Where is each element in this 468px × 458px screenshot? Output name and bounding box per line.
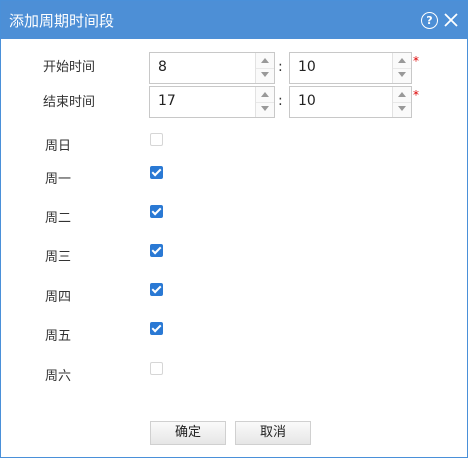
- ok-button[interactable]: 确定: [150, 421, 226, 445]
- start-time-separator: :: [278, 59, 283, 75]
- checkbox-sunday[interactable]: [150, 133, 163, 146]
- cancel-button[interactable]: 取消: [235, 421, 311, 445]
- day-label-thursday: 周四: [45, 290, 72, 305]
- arrow-up-icon: [398, 92, 406, 97]
- close-icon[interactable]: [442, 11, 460, 29]
- end-hour-stepper[interactable]: 17: [149, 86, 275, 118]
- day-label-wednesday: 周三: [45, 250, 72, 265]
- arrow-down-icon: [398, 106, 406, 111]
- start-minute-up-button[interactable]: [393, 53, 411, 69]
- start-hour-up-button[interactable]: [256, 53, 274, 69]
- end-hour-spin-buttons: [255, 87, 274, 117]
- dialog-titlebar: 添加周期时间段 ?: [1, 1, 467, 39]
- dialog-title: 添加周期时间段: [9, 12, 115, 30]
- start-minute-spin-buttons: [392, 53, 411, 83]
- start-minute-value: 10: [298, 59, 316, 75]
- day-label-friday: 周五: [45, 329, 72, 344]
- end-time-separator: :: [278, 93, 283, 109]
- arrow-up-icon: [261, 58, 269, 63]
- checkbox-wednesday[interactable]: [150, 244, 163, 257]
- end-hour-value: 17: [158, 93, 176, 109]
- end-minute-up-button[interactable]: [393, 87, 411, 103]
- end-minute-value: 10: [298, 93, 316, 109]
- help-icon[interactable]: ?: [421, 12, 438, 29]
- start-minute-stepper[interactable]: 10: [289, 52, 412, 84]
- end-time-label: 结束时间: [43, 95, 96, 110]
- day-label-monday: 周一: [45, 172, 72, 187]
- arrow-up-icon: [398, 58, 406, 63]
- end-hour-down-button[interactable]: [256, 102, 274, 117]
- start-hour-value: 8: [158, 59, 167, 75]
- arrow-down-icon: [398, 72, 406, 77]
- end-minute-down-button[interactable]: [393, 102, 411, 117]
- end-minute-spin-buttons: [392, 87, 411, 117]
- end-time-required-mark: *: [413, 88, 419, 102]
- start-time-required-mark: *: [413, 54, 419, 68]
- arrow-down-icon: [261, 106, 269, 111]
- arrow-down-icon: [261, 72, 269, 77]
- start-hour-down-button[interactable]: [256, 68, 274, 83]
- arrow-up-icon: [261, 92, 269, 97]
- day-label-tuesday: 周二: [45, 211, 72, 226]
- day-label-saturday: 周六: [45, 369, 72, 384]
- checkbox-tuesday[interactable]: [150, 205, 163, 218]
- checkbox-monday[interactable]: [150, 166, 163, 179]
- add-period-dialog: 添加周期时间段 ? 开始时间 8 : 10 * 结束时间 17 : 10 * 周…: [0, 0, 468, 458]
- start-time-label: 开始时间: [43, 60, 96, 75]
- end-minute-stepper[interactable]: 10: [289, 86, 412, 118]
- start-hour-stepper[interactable]: 8: [149, 52, 275, 84]
- start-minute-down-button[interactable]: [393, 68, 411, 83]
- start-hour-spin-buttons: [255, 53, 274, 83]
- checkbox-friday[interactable]: [150, 322, 163, 335]
- end-hour-up-button[interactable]: [256, 87, 274, 103]
- day-label-sunday: 周日: [45, 139, 72, 154]
- checkbox-thursday[interactable]: [150, 283, 163, 296]
- checkbox-saturday[interactable]: [150, 362, 163, 375]
